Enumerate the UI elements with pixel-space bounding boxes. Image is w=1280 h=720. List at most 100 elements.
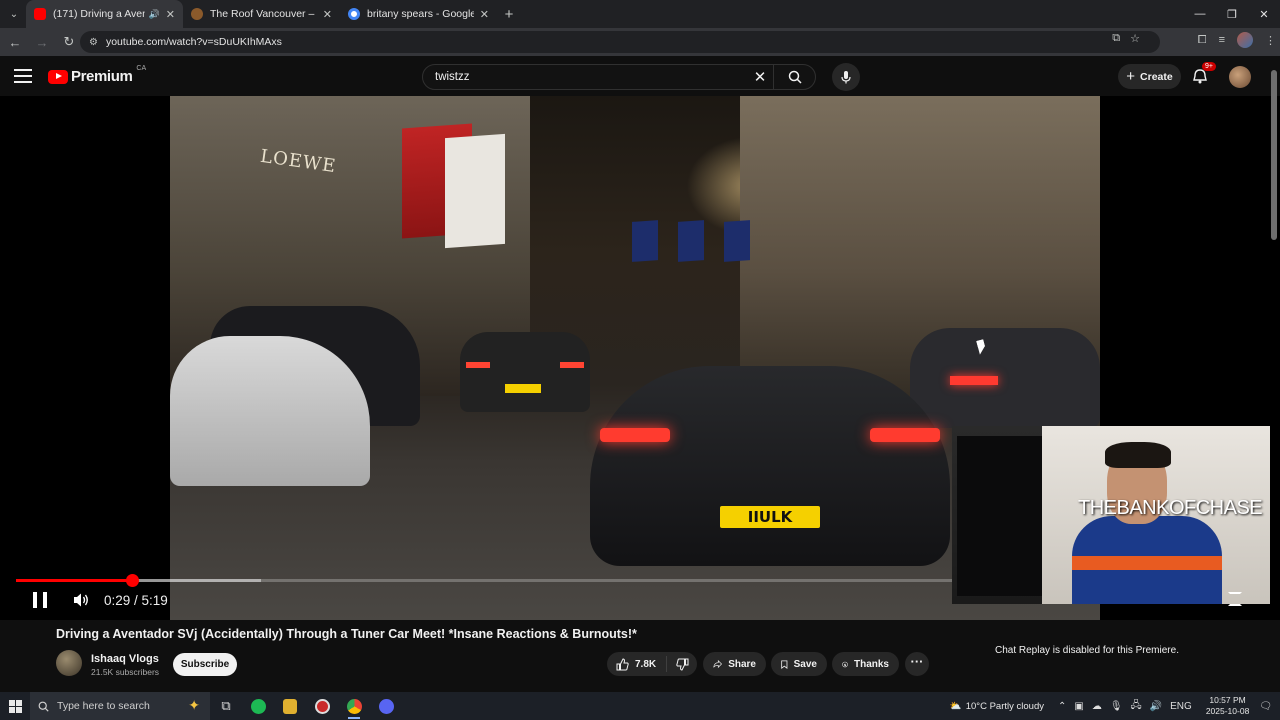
scrollbar-thumb[interactable] (1271, 70, 1277, 240)
tab-title: (171) Driving a Aventador S (53, 8, 145, 20)
forward-icon[interactable]: → (30, 30, 54, 54)
like-count: 7.8K (635, 658, 657, 670)
subscriber-count: 21.5K subscribers (91, 667, 160, 677)
task-view-icon[interactable]: ⧉ (210, 692, 242, 720)
network-icon[interactable]: 🖧 (1131, 698, 1142, 715)
like-button[interactable]: 7.8K (607, 656, 667, 672)
tab-the-roof[interactable]: The Roof Vancouver – Black & B ✕ (183, 0, 340, 28)
taillight (950, 376, 998, 385)
page-scrollbar[interactable] (1270, 60, 1278, 690)
sparkle-icon: ✦ (188, 697, 200, 713)
channel-name[interactable]: Ishaaq Vlogs (91, 653, 159, 665)
video-player[interactable]: LOEWE IIULK THEBANKOFCHASE 0:29 / 5:19 (0, 96, 1280, 620)
streamer (1072, 442, 1222, 604)
discord-icon[interactable] (370, 692, 402, 720)
plus-icon: + (1126, 68, 1136, 85)
speaker-icon[interactable]: 🔊 (149, 9, 160, 20)
minimize-icon[interactable]: — (1184, 0, 1216, 28)
volume-icon[interactable] (72, 592, 90, 608)
tab-title: The Roof Vancouver – Black & B (210, 8, 317, 20)
close-window-icon[interactable]: ✕ (1248, 0, 1280, 28)
search-input[interactable]: twistzz (423, 71, 747, 83)
close-tab-icon[interactable]: ✕ (166, 8, 175, 21)
reload-icon[interactable]: ↻ (57, 30, 81, 54)
account-avatar[interactable] (1229, 66, 1251, 88)
voice-search-button[interactable] (832, 63, 860, 91)
pause-icon[interactable] (30, 591, 50, 609)
tab-youtube[interactable]: (171) Driving a Aventador S 🔊 ✕ (26, 0, 183, 28)
media-control-icon[interactable]: ≡ (1219, 34, 1225, 46)
thanks-dollar-icon: $ (842, 661, 848, 667)
create-button[interactable]: + Create (1118, 64, 1181, 89)
time-display: 0:29 / 5:19 (104, 592, 168, 608)
site-info-icon[interactable]: ⚙ (89, 37, 98, 48)
monitor (957, 436, 1047, 596)
like-dislike-group: 7.8K (607, 652, 697, 676)
tab-search-icon[interactable]: ⌄ (2, 2, 26, 26)
dislike-button[interactable] (667, 658, 697, 671)
app-icon-yellow[interactable] (274, 692, 306, 720)
taillight (560, 362, 584, 368)
region-code: CA (136, 65, 147, 72)
close-tab-icon[interactable]: ✕ (480, 8, 489, 21)
taskbar-search-placeholder: Type here to search (57, 700, 150, 712)
search-icon (788, 70, 802, 84)
more-actions-icon[interactable]: ··· (905, 652, 929, 676)
thumbs-down-icon (675, 658, 688, 671)
notifications-button[interactable]: 9+ (1192, 62, 1216, 89)
weather-widget[interactable]: ⛅ 10°C Partly cloudy (950, 701, 1044, 712)
progress-bar[interactable] (16, 574, 952, 587)
bookmark-star-icon[interactable]: ☆ (1130, 32, 1140, 45)
chevron-up-icon[interactable]: ⌃ (1058, 701, 1066, 712)
channel-avatar[interactable] (56, 650, 82, 676)
streamer-label: THEBANKOFCHASE (1078, 497, 1263, 519)
toolbar-right: ⧠ ≡ ⋮ (1198, 32, 1276, 48)
browser-menu-icon[interactable]: ⋮ (1265, 34, 1276, 47)
close-tab-icon[interactable]: ✕ (323, 8, 332, 21)
google-favicon-icon (348, 8, 360, 20)
clear-search-icon[interactable]: ✕ (747, 68, 773, 86)
spotify-icon[interactable] (242, 692, 274, 720)
site-favicon-icon (191, 8, 203, 20)
video-title: Driving a Aventador SVj (Accidentally) T… (56, 627, 637, 641)
browser-tabstrip: ⌄ (171) Driving a Aventador S 🔊 ✕ The Ro… (0, 0, 1280, 28)
install-app-icon[interactable]: ⧉ (1112, 32, 1120, 45)
taillight-left (600, 428, 670, 442)
mic-icon[interactable]: 🎙 (1110, 701, 1123, 712)
tray-app-icon[interactable]: ▣ (1074, 701, 1083, 712)
save-button[interactable]: Save (771, 652, 827, 676)
restore-icon[interactable]: ❐ (1216, 0, 1248, 28)
license-plate: IIULK (720, 506, 820, 528)
extensions-icon[interactable]: ⧠ (1198, 34, 1207, 47)
share-button[interactable]: Share (703, 652, 766, 676)
speaker-icon[interactable]: 🔊 (1150, 701, 1162, 712)
taskbar-search[interactable]: Type here to search ✦ (30, 692, 210, 720)
chrome-icon[interactable] (338, 692, 370, 720)
windows-start-icon[interactable] (0, 692, 30, 720)
youtube-favicon-icon (34, 8, 46, 20)
clock[interactable]: 10:57 PM 2025-10-08 (1206, 695, 1249, 717)
address-bar[interactable]: ⚙ youtube.com/watch?v=sDuUKIhMAxs (80, 31, 1160, 53)
share-label: Share (728, 658, 756, 670)
language-indicator[interactable]: ENG (1170, 701, 1192, 712)
jersey-stripe (1072, 556, 1222, 570)
subscribe-button[interactable]: Subscribe (173, 653, 237, 676)
create-label: Create (1140, 70, 1173, 83)
youtube-header: Premium CA twistzz ✕ + Create 9+ (0, 56, 1280, 96)
app-icon-record[interactable] (306, 692, 338, 720)
scrubber-handle[interactable] (125, 574, 139, 587)
thanks-button[interactable]: $ Thanks (832, 652, 899, 676)
clock-date: 2025-10-08 (1205, 706, 1250, 716)
tab-google-search[interactable]: britany spears - Google Search ✕ (340, 0, 497, 28)
notification-center-icon[interactable]: 🗨 (1259, 701, 1272, 712)
new-tab-icon[interactable]: + (497, 6, 521, 23)
fullscreen-icon[interactable] (1228, 592, 1242, 606)
youtube-logo[interactable]: Premium CA (48, 65, 147, 85)
profile-avatar[interactable] (1237, 32, 1253, 48)
back-icon[interactable]: ← (3, 30, 27, 54)
cloud-icon[interactable]: ☁ (1092, 701, 1102, 712)
flag-union-3 (724, 220, 750, 262)
search-button[interactable] (773, 65, 815, 89)
menu-icon[interactable] (14, 69, 32, 87)
url-text: youtube.com/watch?v=sDuUKIhMAxs (105, 36, 282, 48)
